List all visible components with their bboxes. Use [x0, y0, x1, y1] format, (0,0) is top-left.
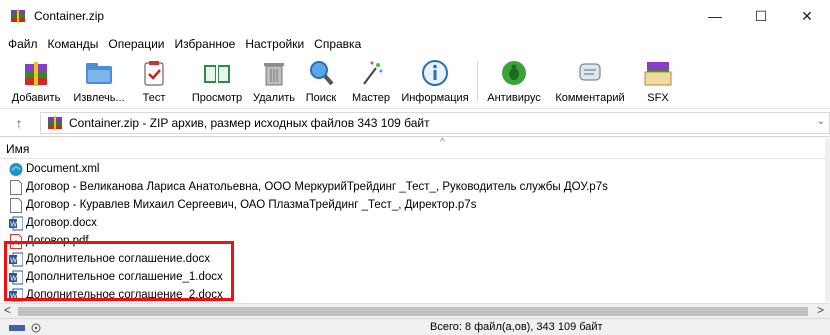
up-arrow-icon[interactable]: ↑ [8, 115, 30, 131]
minimize-button[interactable]: — [692, 0, 738, 32]
menu-help[interactable]: Справка [310, 37, 367, 51]
title-bar: Container.zip — ☐ ✕ [0, 0, 830, 32]
list-item[interactable]: Договор - Великанова Лариса Анатольевна,… [0, 178, 825, 196]
list-item[interactable]: Договор - Куравлев Михаил Сергеевич, ОАО… [0, 196, 825, 214]
wizard-button[interactable]: Мастер [349, 54, 393, 108]
add-button[interactable]: Добавить [5, 54, 67, 108]
toolbar-separator [477, 62, 478, 102]
vertical-scrollbar[interactable] [825, 138, 830, 302]
edge-file-icon [9, 162, 23, 176]
info-button-label: Информация [401, 92, 469, 104]
maximize-button[interactable]: ☐ [738, 0, 784, 32]
comment-icon [573, 56, 607, 90]
drive-status-icon [9, 323, 41, 333]
info-button[interactable]: Информация [400, 54, 470, 108]
wizard-button-label: Мастер [351, 92, 391, 104]
zip-archive-icon [48, 116, 62, 130]
address-text: Container.zip - ZIP архив, размер исходн… [69, 116, 430, 130]
delete-button[interactable]: Удалить [250, 54, 298, 108]
search-button-label: Поиск [305, 92, 337, 104]
delete-button-label: Удалить [253, 92, 295, 104]
window-title: Container.zip [34, 9, 105, 23]
scrollbar-thumb[interactable] [18, 307, 808, 316]
file-name: Договор - Великанова Лариса Анатольевна,… [26, 181, 608, 193]
menu-favorites[interactable]: Избранное [171, 37, 242, 51]
info-icon [418, 56, 452, 90]
horizontal-scrollbar[interactable]: < > [0, 303, 830, 318]
view-button-label: Просмотр [191, 92, 243, 104]
highlight-box [4, 241, 234, 301]
trash-icon [257, 56, 291, 90]
file-name: Document.xml [26, 163, 100, 175]
extract-button-label: Извлечь... [73, 92, 125, 104]
winrar-app-icon [11, 9, 25, 23]
scroll-right-icon[interactable]: > [817, 303, 824, 317]
search-button[interactable]: Поиск [301, 54, 341, 108]
scroll-left-icon[interactable]: < [4, 303, 11, 317]
test-button[interactable]: Тест [134, 54, 174, 108]
antivirus-button-label: Антивирус [487, 92, 541, 104]
extract-button[interactable]: Извлечь... [68, 54, 130, 108]
file-name: Договор.docx [26, 217, 97, 229]
sort-indicator-icon: ^ [440, 137, 445, 148]
status-bar: Всего: 8 файл(а,ов), 343 109 байт [0, 318, 830, 335]
column-header: Имя ^ [0, 137, 830, 159]
test-icon [137, 56, 171, 90]
menu-operations[interactable]: Операции [104, 37, 170, 51]
address-bar: ↑ Container.zip - ZIP архив, размер исхо… [0, 110, 830, 137]
antivirus-button[interactable]: Антивирус [482, 54, 546, 108]
add-button-label: Добавить [11, 92, 61, 104]
blank-file-icon [10, 179, 22, 195]
antivirus-icon [497, 56, 531, 90]
list-item[interactable]: Document.xml [0, 160, 825, 178]
view-button[interactable]: Просмотр [187, 54, 247, 108]
status-text: Всего: 8 файл(а,ов), 343 109 байт [430, 321, 603, 333]
file-name: Договор - Куравлев Михаил Сергеевич, ОАО… [26, 199, 477, 211]
comment-button[interactable]: Комментарий [553, 54, 627, 108]
close-button[interactable]: ✕ [784, 0, 830, 32]
svg-text:W: W [10, 221, 17, 228]
extract-icon [82, 56, 116, 90]
search-icon [304, 56, 338, 90]
test-button-label: Тест [142, 92, 166, 104]
address-field[interactable]: Container.zip - ZIP архив, размер исходн… [40, 112, 830, 134]
menu-commands[interactable]: Команды [44, 37, 105, 51]
sfx-button-label: SFX [647, 92, 669, 104]
chevron-down-icon[interactable]: ⌄ [817, 116, 825, 127]
list-item[interactable]: W Договор.docx [0, 214, 825, 232]
word-doc-icon: W [9, 216, 23, 230]
menu-settings[interactable]: Настройки [241, 37, 310, 51]
view-book-icon [200, 56, 234, 90]
blank-file-icon [10, 197, 22, 213]
add-archive-icon [19, 56, 53, 90]
sfx-icon [641, 56, 675, 90]
comment-button-label: Комментарий [555, 92, 625, 104]
wizard-icon [354, 56, 388, 90]
menu-file[interactable]: Файл [4, 37, 44, 51]
toolbar: Добавить Извлечь... Тест Просмотр Удалит… [0, 54, 830, 109]
sfx-button[interactable]: SFX [641, 54, 675, 108]
menu-bar: Файл Команды Операции Избранное Настройк… [0, 34, 367, 54]
column-name[interactable]: Имя [6, 142, 29, 156]
